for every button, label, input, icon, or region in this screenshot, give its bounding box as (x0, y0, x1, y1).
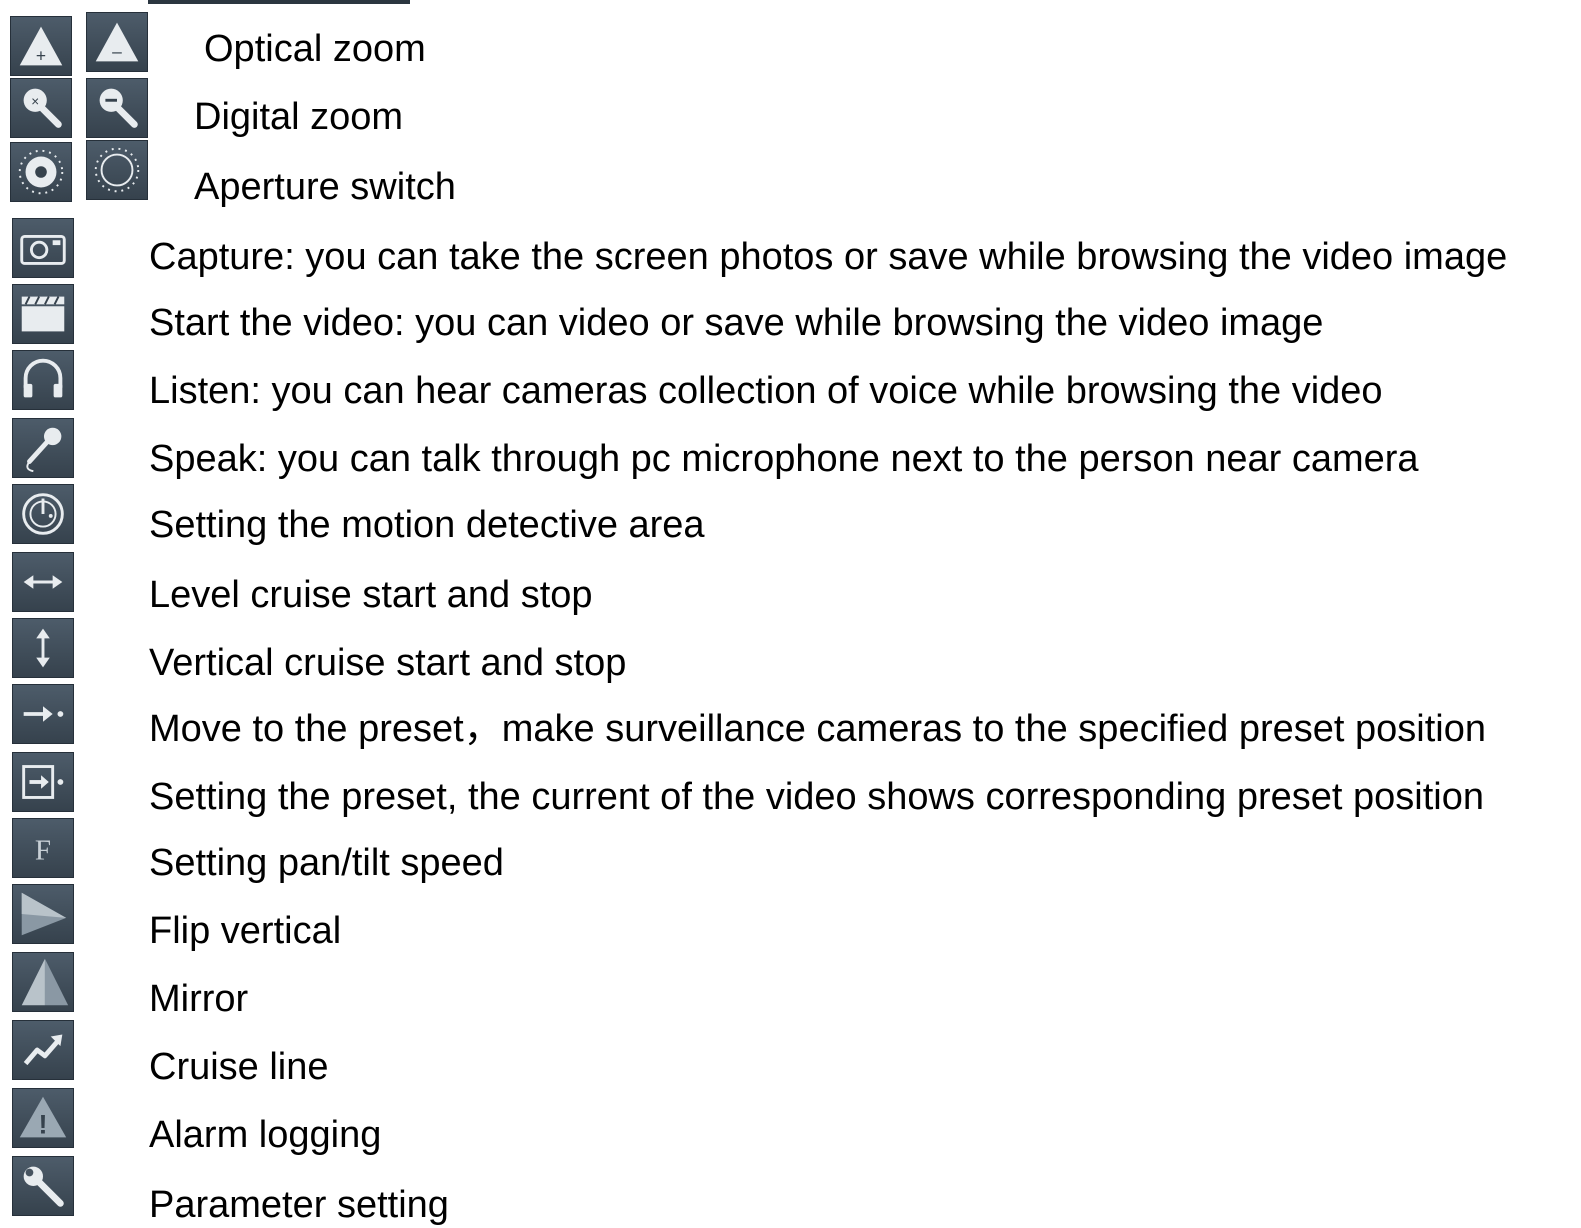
microphone-icon (12, 418, 74, 478)
set-preset-icon (12, 752, 74, 812)
legend-label: Aperture switch (194, 166, 456, 208)
alarm-icon: ! (12, 1088, 74, 1148)
horizontal-arrows-icon (12, 552, 74, 612)
legend-row-listen: Listen: you can hear cameras collection … (0, 350, 1581, 418)
legend-row-digital-zoom: × Digital zoom (0, 78, 1581, 146)
legend-row-level-cruise: Level cruise start and stop (0, 552, 1581, 620)
legend-row-mirror: Mirror (0, 952, 1581, 1020)
legend-row-parameter-setting: Parameter setting (0, 1156, 1581, 1226)
legend-label: Optical zoom (204, 28, 426, 70)
legend-label: Listen: you can hear cameras collection … (149, 370, 1383, 412)
headphones-icon (12, 350, 74, 410)
flip-vertical-icon (12, 884, 74, 944)
legend-label: Capture: you can take the screen photos … (149, 236, 1508, 278)
legend-row-alarm-logging: ! Alarm logging (0, 1088, 1581, 1156)
legend-label: Setting the motion detective area (149, 504, 705, 546)
svg-text:–: – (112, 41, 122, 61)
legend-label: Vertical cruise start and stop (149, 642, 627, 684)
motion-radar-icon (12, 484, 74, 544)
legend-row-speak: Speak: you can talk through pc microphon… (0, 418, 1581, 486)
legend-label: Setting the preset, the current of the v… (149, 776, 1485, 818)
legend-row-cruise-line: Cruise line (0, 1020, 1581, 1088)
legend-label: Level cruise start and stop (149, 574, 593, 616)
legend-label: Setting pan/tilt speed (149, 842, 504, 884)
aperture-close-icon (86, 140, 148, 200)
digital-zoom-in-icon: × (10, 78, 72, 138)
svg-text:×: × (31, 94, 39, 109)
mirror-icon (12, 952, 74, 1012)
legend-row-aperture-switch: Aperture switch (0, 140, 1581, 208)
aperture-open-icon (10, 142, 72, 202)
legend-label: Speak: you can talk through pc microphon… (149, 438, 1419, 480)
digital-zoom-out-icon (86, 78, 148, 138)
legend-label: Cruise line (149, 1046, 329, 1088)
wrench-icon (12, 1156, 74, 1216)
speed-icon: F (12, 818, 74, 878)
move-to-preset-icon (12, 684, 74, 744)
legend-label: Parameter setting (149, 1184, 449, 1226)
vertical-arrows-icon (12, 618, 74, 678)
legend-label: Digital zoom (194, 96, 404, 138)
top-border-line (148, 0, 410, 4)
legend-row-motion-detection: Setting the motion detective area (0, 484, 1581, 552)
legend-row-set-preset: Setting the preset, the current of the v… (0, 752, 1581, 820)
svg-text:!: ! (38, 1109, 47, 1139)
legend-row-pan-tilt-speed: F Setting pan/tilt speed (0, 818, 1581, 886)
legend-row-flip-vertical: Flip vertical (0, 884, 1581, 952)
cruise-line-icon (12, 1020, 74, 1080)
optical-zoom-in-icon: + (10, 16, 72, 76)
legend-row-start-video: Start the video: you can video or save w… (0, 284, 1581, 352)
legend-label: Move to the preset，make surveillance cam… (149, 708, 1486, 750)
legend-row-move-to-preset: Move to the preset，make surveillance cam… (0, 684, 1581, 752)
camera-icon (12, 218, 74, 278)
legend-row-vertical-cruise: Vertical cruise start and stop (0, 618, 1581, 686)
optical-zoom-out-icon: – (86, 12, 148, 72)
legend-row-capture: Capture: you can take the screen photos … (0, 218, 1581, 286)
clapperboard-icon (12, 284, 74, 344)
legend-label: Alarm logging (149, 1114, 382, 1156)
svg-text:F: F (35, 835, 51, 867)
legend-label: Start the video: you can video or save w… (149, 302, 1324, 344)
legend-label: Flip vertical (149, 910, 342, 952)
svg-text:+: + (36, 45, 46, 65)
legend-label: Mirror (149, 978, 249, 1020)
legend-row-optical-zoom: + – Optical zoom (0, 12, 1581, 80)
